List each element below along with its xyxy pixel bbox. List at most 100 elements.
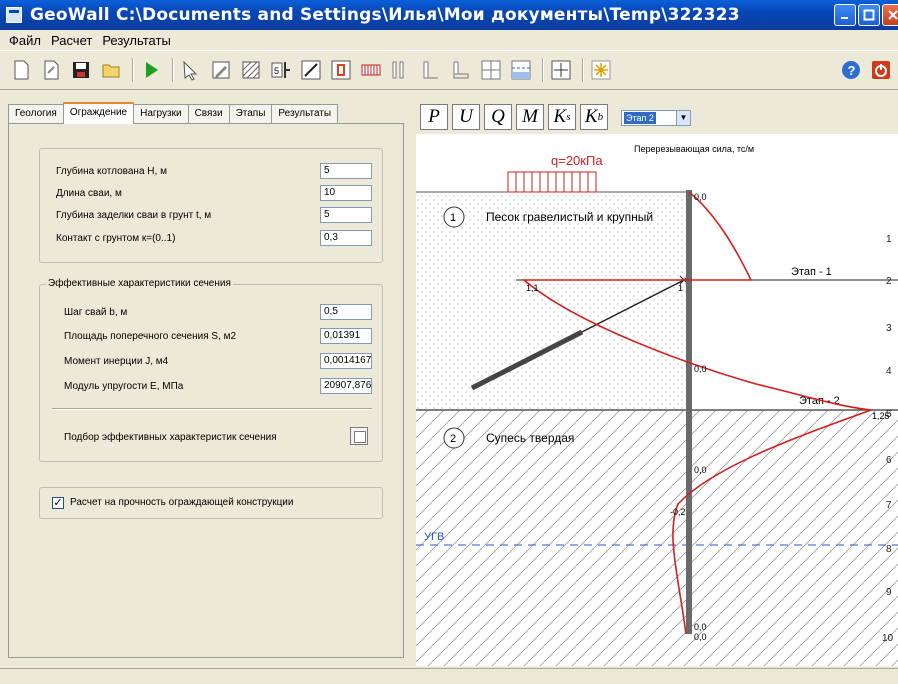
stage-select[interactable]: Этап 2 ▼ <box>621 110 691 126</box>
pit-depth-label: Глубина котлована H, м <box>56 166 167 177</box>
maximize-button[interactable] <box>858 4 880 26</box>
play-icon <box>146 62 158 78</box>
properties-panel: Геология Ограждение Нагрузки Связи Этапы… <box>8 98 408 658</box>
edit-button[interactable] <box>208 57 234 83</box>
tab-results[interactable]: Результаты <box>271 104 339 124</box>
depth-tick: 10 <box>882 633 894 644</box>
layers-button[interactable] <box>478 57 504 83</box>
pile-length-input[interactable]: 10 <box>320 185 372 201</box>
pencil-icon <box>212 61 230 79</box>
value-label: 0,0 <box>694 622 707 632</box>
layers-icon <box>481 60 501 80</box>
stage-select-value: Этап 2 <box>624 112 656 124</box>
pile-step-input[interactable]: 0,5 <box>320 304 372 320</box>
section2-button[interactable] <box>418 57 444 83</box>
pit-depth-input[interactable]: 5 <box>320 163 372 179</box>
tab-wall[interactable]: Ограждение <box>62 102 135 124</box>
menu-file[interactable]: Файл <box>4 33 46 48</box>
svg-text:?: ? <box>848 63 856 78</box>
contact-label: Контакт с грунтом к=(0..1) <box>56 233 176 244</box>
fit-section-button[interactable] <box>350 427 368 445</box>
anchor-button[interactable]: 5 <box>268 57 294 83</box>
run-button[interactable] <box>138 57 164 83</box>
diagram-m-button[interactable]: M <box>516 104 544 130</box>
toolbar-separator <box>582 58 584 82</box>
diagram-kb-button[interactable]: Kb <box>580 104 608 130</box>
hatch-button[interactable] <box>238 57 264 83</box>
refresh-button[interactable] <box>588 57 614 83</box>
section-icon <box>423 61 438 79</box>
strength-check-label: Расчет на прочность ограждающей конструк… <box>70 497 294 508</box>
area-label: Площадь поперечного сечения S, м2 <box>64 331 237 342</box>
save-button[interactable] <box>68 57 94 83</box>
line-icon <box>301 60 321 80</box>
new-button[interactable] <box>8 57 34 83</box>
water-icon <box>511 60 531 80</box>
inertia-input[interactable]: 0,0014167 <box>320 353 372 369</box>
retaining-wall <box>686 190 692 634</box>
zoom-fit-button[interactable] <box>548 57 574 83</box>
folder-button[interactable] <box>98 57 124 83</box>
hatch-icon <box>242 61 260 79</box>
open-file-icon <box>44 60 59 80</box>
close-button[interactable] <box>882 4 898 26</box>
load-icon <box>361 64 381 76</box>
separator <box>52 408 372 410</box>
diagram-p-button[interactable]: P <box>420 104 448 130</box>
toolbar: 5 ? <box>0 50 898 90</box>
contact-input[interactable]: 0,3 <box>320 230 372 246</box>
tab-strip: Геология Ограждение Нагрузки Связи Этапы… <box>8 102 339 124</box>
tab-stages[interactable]: Этапы <box>228 104 273 124</box>
chart-title: Перерезывающая сила, тс/м <box>634 144 754 154</box>
menu-bar: Файл Расчет Результаты <box>0 30 898 50</box>
exit-button[interactable] <box>868 57 894 83</box>
menu-calc[interactable]: Расчет <box>46 33 97 48</box>
strength-check-checkbox[interactable]: ✓ <box>52 497 64 509</box>
modulus-input[interactable]: 20907,876 <box>320 378 372 394</box>
stage1-label: Этап - 1 <box>791 266 832 278</box>
tab-anchors[interactable]: Связи <box>187 104 230 124</box>
embed-depth-input[interactable]: 5 <box>320 207 372 223</box>
diagram-canvas: УГВ Этап - 1 Этап - 2 q=20кПа Перерезыва… <box>416 134 898 666</box>
inertia-label: Момент инерции J, м4 <box>64 356 169 367</box>
section-icon <box>392 61 404 79</box>
tab-geology[interactable]: Геология <box>8 104 64 124</box>
value-label: 1 <box>678 283 683 293</box>
dropdown-arrow-icon: ▼ <box>676 111 690 125</box>
depth-tick: 3 <box>886 323 892 334</box>
help-button[interactable]: ? <box>838 57 864 83</box>
depth-tick: 9 <box>886 587 892 598</box>
title-bar: GeoWall C:\Documents and Settings\Илья\М… <box>0 0 898 30</box>
menu-results[interactable]: Результаты <box>97 33 175 48</box>
cursor-icon <box>183 60 198 81</box>
section3-button[interactable] <box>448 57 474 83</box>
geometry-group: Глубина котлована H, м 5 Длина сваи, м 1… <box>39 148 383 263</box>
toolbar-separator <box>132 58 134 82</box>
minimize-button[interactable] <box>834 4 856 26</box>
select-button[interactable] <box>178 57 204 83</box>
groundwater-label: УГВ <box>424 531 444 543</box>
depth-tick: 8 <box>886 544 892 555</box>
toolbar-separator <box>542 58 544 82</box>
minimize-icon <box>841 17 848 19</box>
anchor-icon: 5 <box>271 62 290 78</box>
depth-tick: 4 <box>886 366 892 377</box>
value-label: -0,2 <box>670 507 686 517</box>
status-bar <box>0 668 898 684</box>
load-button[interactable] <box>358 57 384 83</box>
open-button[interactable] <box>38 57 64 83</box>
section-icon <box>453 61 469 79</box>
area-input[interactable]: 0,01391 <box>320 328 372 344</box>
section1-button[interactable] <box>388 57 414 83</box>
diagram-q-button[interactable]: Q <box>484 104 512 130</box>
tab-loads[interactable]: Нагрузки <box>133 104 189 124</box>
zoom-extents-icon <box>551 60 571 80</box>
wall-button[interactable] <box>328 57 354 83</box>
depth-tick: 5 <box>886 409 892 420</box>
soil2-number: 2 <box>450 433 456 445</box>
strut-button[interactable] <box>298 57 324 83</box>
diagram-u-button[interactable]: U <box>452 104 480 130</box>
water-button[interactable] <box>508 57 534 83</box>
diagram-ks-button[interactable]: Ks <box>548 104 576 130</box>
value-label: 0,0 <box>694 465 707 475</box>
